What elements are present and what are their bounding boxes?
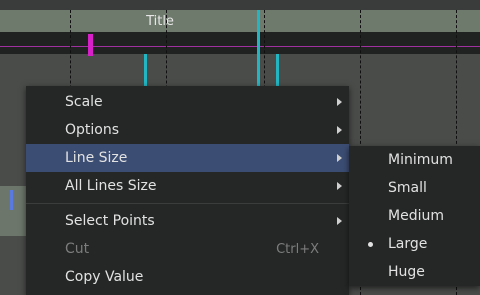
keyframe-marker[interactable] (88, 34, 93, 56)
menu-item-label: Options (65, 122, 120, 138)
submenu-item-label: Huge (388, 264, 425, 280)
menu-item-label: Cut (65, 241, 90, 257)
submenu-item-minimum[interactable]: Minimum (349, 146, 480, 174)
line-size-submenu: Minimum Small Medium Large Huge (349, 146, 480, 286)
menu-item-scale[interactable]: Scale (26, 88, 349, 116)
timeline-title-bar (0, 10, 480, 32)
submenu-item-label: Small (388, 180, 427, 196)
submenu-arrow-icon (337, 217, 342, 225)
menu-item-options[interactable]: Options (26, 116, 349, 144)
menu-item-label: Select Points (65, 213, 155, 229)
submenu-item-large[interactable]: Large (349, 230, 480, 258)
menu-item-cut[interactable]: Cut Ctrl+X (26, 235, 349, 263)
left-strip (0, 186, 26, 236)
submenu-arrow-icon (337, 98, 342, 106)
shortcut-label: Ctrl+X (276, 241, 319, 257)
submenu-item-huge[interactable]: Huge (349, 258, 480, 286)
menu-item-label: All Lines Size (65, 178, 157, 194)
menu-item-label: Line Size (65, 150, 128, 166)
submenu-item-label: Minimum (388, 152, 453, 168)
submenu-item-label: Large (388, 236, 428, 252)
menu-item-label: Copy Value (65, 269, 144, 285)
menu-item-label: Scale (65, 94, 103, 110)
menu-item-copy-value[interactable]: Copy Value (26, 263, 349, 291)
submenu-arrow-icon (337, 182, 342, 190)
menu-separator (26, 203, 349, 204)
menu-item-line-size[interactable]: Line Size (26, 144, 349, 172)
playhead-marker[interactable] (144, 54, 147, 88)
submenu-item-small[interactable]: Small (349, 174, 480, 202)
point-marker[interactable] (10, 190, 13, 210)
context-menu: Scale Options Line Size All Lines Size S… (26, 86, 349, 295)
selected-dot-icon (368, 242, 373, 247)
playhead-marker[interactable] (276, 54, 279, 88)
timeline-track-band (0, 32, 480, 54)
timeline-title: Title (146, 14, 174, 29)
playhead-marker[interactable] (257, 10, 260, 88)
submenu-item-label: Medium (388, 208, 444, 224)
menu-item-all-lines-size[interactable]: All Lines Size (26, 172, 349, 200)
curve-line (0, 46, 480, 47)
menu-item-select-points[interactable]: Select Points (26, 207, 349, 235)
submenu-arrow-icon (337, 154, 342, 162)
submenu-item-medium[interactable]: Medium (349, 202, 480, 230)
submenu-arrow-icon (337, 126, 342, 134)
